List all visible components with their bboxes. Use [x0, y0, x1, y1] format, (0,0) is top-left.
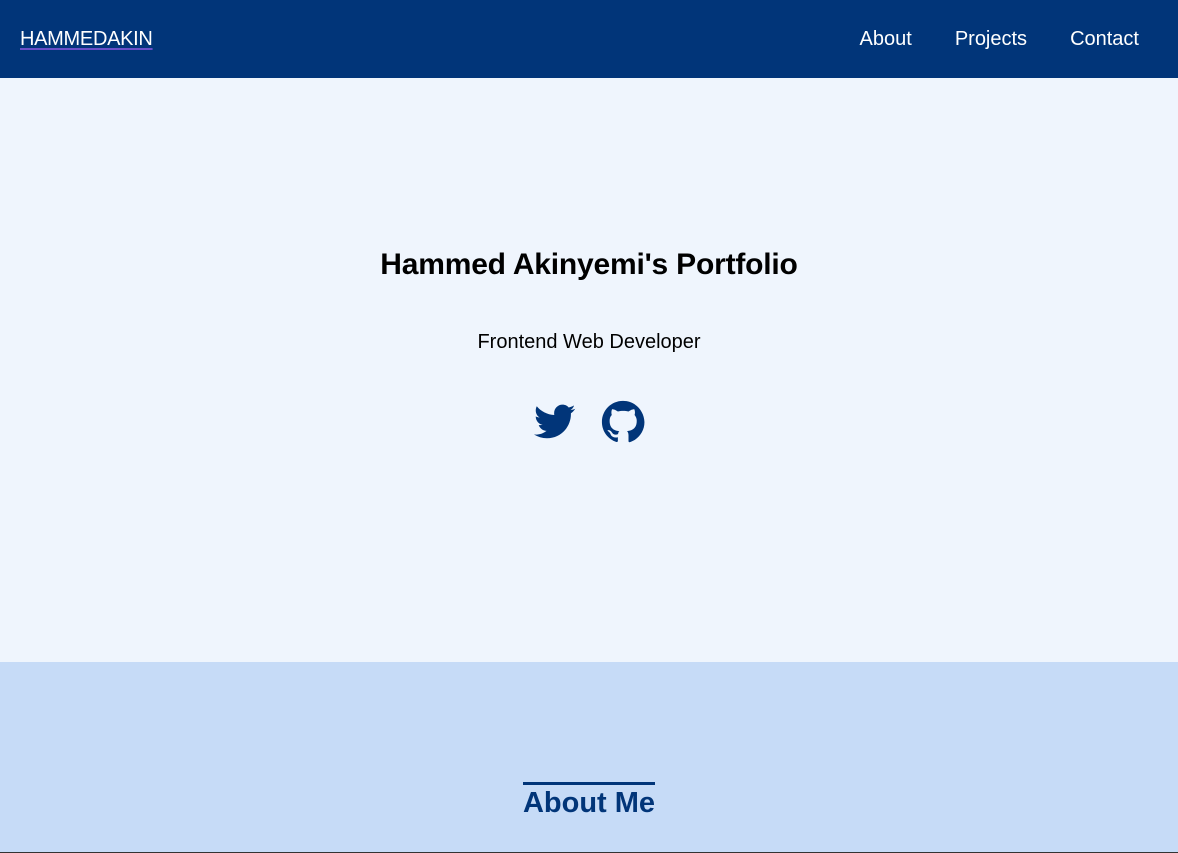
hero-title: Hammed Akinyemi's Portfolio: [380, 248, 798, 281]
nav-link-projects[interactable]: Projects: [955, 28, 1027, 51]
hero-subtitle: Frontend Web Developer: [477, 331, 701, 353]
twitter-icon[interactable]: [533, 400, 577, 444]
about-heading-wrapper: About Me: [0, 782, 1178, 820]
nav-link-contact[interactable]: Contact: [1070, 28, 1139, 51]
about-section: About Me: [0, 662, 1178, 853]
hero-section: Hammed Akinyemi's Portfolio Frontend Web…: [0, 78, 1178, 662]
nav-links: About Projects Contact: [817, 28, 1139, 51]
social-links: [0, 400, 1178, 444]
brand-link[interactable]: HAMMEDAKIN: [20, 28, 153, 51]
github-icon[interactable]: [601, 400, 645, 444]
about-heading: About Me: [522, 782, 656, 820]
nav-link-about[interactable]: About: [860, 28, 912, 51]
navbar: HAMMEDAKIN About Projects Contact: [0, 0, 1178, 78]
